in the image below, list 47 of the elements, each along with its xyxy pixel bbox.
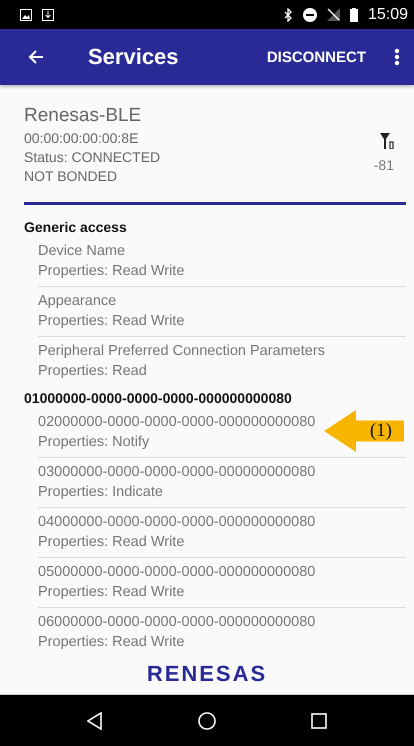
clock-time: 15:09 [368, 6, 408, 24]
characteristic-properties: Properties: Read Write [38, 533, 184, 552]
signal-strength: -81 [374, 157, 394, 173]
characteristic-item[interactable]: 06000000-0000-0000-0000-000000000080 Properties: Read Write [38, 608, 406, 657]
characteristic-item[interactable]: Appearance Properties: Read Write [38, 287, 406, 337]
characteristic-name: Appearance [38, 292, 116, 311]
characteristic-item[interactable]: 05000000-0000-0000-0000-000000000080 Properties: Read Write [38, 558, 406, 608]
characteristic-name: 06000000-0000-0000-0000-000000000080 [38, 613, 316, 632]
triangle-icon [87, 712, 104, 730]
circle-icon [198, 712, 216, 730]
characteristic-item[interactable]: 04000000-0000-0000-0000-000000000080 Properties: Read Write [38, 508, 406, 558]
characteristic-item[interactable]: Device Name Properties: Read Write [38, 237, 406, 287]
characteristic-name: 05000000-0000-0000-0000-000000000080 [38, 563, 316, 582]
characteristic-name: Peripheral Preferred Connection Parameters [38, 342, 325, 361]
back-arrow-icon [28, 49, 44, 65]
do-not-disturb-icon [302, 8, 317, 22]
service-name: Generic access [23, 218, 128, 237]
device-status: Status: CONNECTED [24, 148, 160, 167]
characteristic-item[interactable]: Peripheral Preferred Connection Parameters Properties: Read [38, 337, 406, 386]
characteristic-properties: Properties: Read [38, 362, 147, 381]
service-name: 01000000-0000-0000-0000-000000000080 [23, 389, 293, 408]
characteristic-item[interactable]: 03000000-0000-0000-0000-000000000080 Properties: Indicate [38, 458, 406, 508]
characteristic-properties: Properties: Notify [38, 433, 150, 452]
characteristic-properties: Properties: Read Write [38, 262, 184, 281]
characteristic-properties: Properties: Read Write [38, 633, 184, 652]
characteristic-properties: Properties: Indicate [38, 483, 163, 502]
battery-icon [350, 8, 358, 22]
characteristic-name: 04000000-0000-0000-0000-000000000080 [38, 513, 316, 532]
device-name: Renesas-BLE [24, 105, 142, 127]
image-icon [20, 8, 32, 20]
bluetooth-icon [282, 8, 293, 22]
characteristic-name: 02000000-0000-0000-0000-000000000080 [38, 413, 316, 432]
download-icon [42, 8, 54, 20]
antenna-icon [380, 133, 394, 149]
characteristic-item[interactable]: 02000000-0000-0000-0000-000000000080 Properties: Notify (1) [38, 408, 406, 458]
no-signal-icon [326, 8, 340, 21]
characteristic-properties: Properties: Read Write [38, 312, 184, 331]
brand-logo: RENESAS [146, 661, 268, 687]
device-address: 00:00:00:00:00:8E [24, 129, 140, 148]
more-options-icon [394, 48, 400, 66]
disconnect-button[interactable]: DISCONNECT [260, 40, 372, 74]
bond-status: NOT BONDED [24, 167, 118, 186]
screen-title: Services [88, 44, 180, 70]
characteristic-properties: Properties: Read Write [38, 583, 184, 602]
characteristic-name: 03000000-0000-0000-0000-000000000080 [38, 463, 316, 482]
characteristic-name: Device Name [38, 242, 126, 261]
square-icon [310, 712, 327, 728]
